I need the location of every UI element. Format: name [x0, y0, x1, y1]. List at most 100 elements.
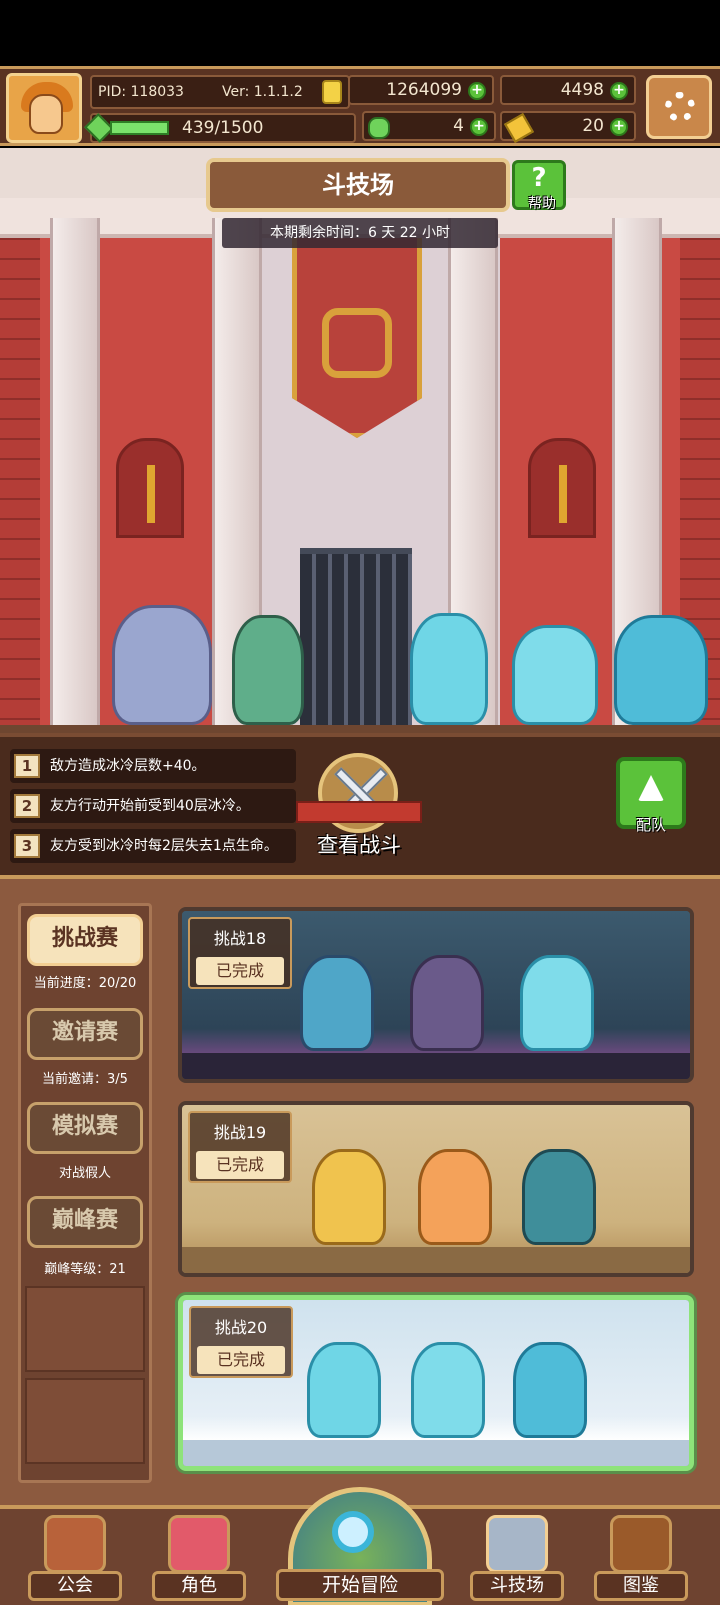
challenge-name: 挑战18 — [213, 929, 267, 948]
arena-title: 斗技场 — [206, 158, 510, 212]
enemy-ice-maiden-sprite — [512, 625, 598, 725]
bottom-navigation: 公会 角色 开始冒险 斗技场 图鉴 — [0, 1487, 720, 1605]
rule-number: 2 — [14, 794, 40, 818]
player-id: PID: 118033 — [98, 84, 184, 100]
enemy-blonde-warrior-sprite — [312, 1149, 386, 1245]
enemy-ice-spirit-sprite — [307, 1342, 381, 1438]
enemy-ice-spirit-sprite — [410, 613, 488, 725]
rule-number: 3 — [14, 834, 40, 858]
clover-icon — [368, 117, 390, 139]
nav-characters[interactable]: 角色 — [152, 1509, 246, 1605]
gold-value: 1264099 — [386, 80, 462, 100]
ally-knight-sprite — [112, 605, 212, 725]
add-gold-button[interactable]: + — [468, 82, 486, 100]
challenge-progress: 当前进度：20/20 — [33, 976, 137, 991]
sword-niche — [528, 438, 596, 538]
card-floor — [182, 1247, 690, 1273]
gold-coin-icon — [322, 80, 342, 104]
challenge-card-20[interactable]: 挑战20 已完成 — [178, 1295, 694, 1471]
experience-bar: 439/1500 — [84, 113, 356, 143]
arena-scene: 斗技场 ? 帮助 本期剩余时间：6 天 22 小时 — [0, 148, 720, 733]
team-label: 配队 — [635, 816, 666, 834]
guild-house-icon — [44, 1515, 106, 1573]
challenge-tag: 挑战18 已完成 — [188, 917, 292, 989]
enemy-ice-maiden-sprite — [520, 955, 594, 1051]
help-label: 帮助 — [528, 196, 556, 212]
top-status-bar: PID: 118033 Ver: 1.1.1.2 1264099 + 4498 +… — [0, 66, 720, 146]
nav-arena[interactable]: 斗技场 — [470, 1509, 564, 1605]
peak-level: 巅峰等级：21 — [44, 1262, 126, 1277]
enemy-ice-mushroom-sprite — [614, 615, 708, 725]
arena-banner — [292, 238, 422, 438]
rule-2: 2 友方行动开始前受到40层冰冷。 — [10, 789, 296, 823]
invite-count: 当前邀请：3/5 — [42, 1072, 128, 1087]
add-gems-button[interactable]: + — [610, 82, 628, 100]
empty-mode-slot — [25, 1378, 145, 1464]
team-icon — [638, 775, 664, 801]
mode-challenge-button[interactable]: 挑战赛 — [27, 914, 143, 966]
rule-1: 1 敌方造成冰冷层数+40。 — [10, 749, 296, 783]
ally-bunny-sprite — [232, 615, 304, 725]
player-avatar[interactable] — [6, 73, 82, 143]
empty-mode-slot — [25, 1286, 145, 1372]
game-version: Ver: 1.1.1.2 — [221, 84, 303, 100]
enemy-ice-maiden-sprite — [411, 1342, 485, 1438]
rule-text: 友方行动开始前受到40层冰冷。 — [50, 798, 250, 814]
player-info: PID: 118033 Ver: 1.1.1.2 — [90, 75, 350, 109]
season-timer: 本期剩余时间：6 天 22 小时 — [222, 218, 498, 248]
challenge-tag: 挑战20 已完成 — [189, 1306, 293, 1378]
enemy-cat-girl-sprite — [410, 955, 484, 1051]
card-floor — [183, 1440, 689, 1466]
challenge-card-19[interactable]: 挑战19 已完成 — [178, 1101, 694, 1277]
view-battle-label: 查看战斗 — [317, 833, 401, 857]
challenge-status: 已完成 — [196, 957, 284, 985]
gear-icon — [665, 92, 695, 122]
add-keys-button[interactable]: + — [610, 118, 628, 136]
mode-invite-button[interactable]: 邀请赛 — [27, 1008, 143, 1060]
magnifier-icon — [332, 1511, 374, 1553]
emblem-ribbon — [296, 801, 422, 823]
gem-value: 4498 — [560, 80, 604, 100]
nav-guild-label: 公会 — [28, 1571, 122, 1601]
banner-emblem — [322, 308, 392, 378]
sword-icon — [147, 465, 155, 523]
card-floor — [182, 1053, 690, 1079]
mode-peak-button[interactable]: 巅峰赛 — [27, 1196, 143, 1248]
rule-number: 1 — [14, 754, 40, 778]
enemy-ice-mushroom-sprite — [513, 1342, 587, 1438]
view-battle-button[interactable]: 查看战斗 — [296, 745, 422, 867]
help-button[interactable]: ? 帮助 — [512, 160, 566, 212]
enemy-wolf-sprite — [522, 1149, 596, 1245]
nav-guild[interactable]: 公会 — [28, 1509, 122, 1605]
simulation-desc: 对战假人 — [58, 1166, 111, 1181]
team-setup-button[interactable]: 配队 — [616, 757, 686, 834]
stage-floor — [0, 725, 720, 733]
mode-simulation-button[interactable]: 模拟赛 — [27, 1102, 143, 1154]
rule-text: 友方受到冰冷时每2层失去1点生命。 — [50, 838, 278, 854]
sword-niche — [116, 438, 184, 538]
arena-rules: 1 敌方造成冰冷层数+40。 2 友方行动开始前受到40层冰冷。 3 友方受到冰… — [0, 733, 720, 875]
enemy-fox-girl-sprite — [418, 1149, 492, 1245]
add-clover-button[interactable]: + — [470, 118, 488, 136]
nav-codex[interactable]: 图鉴 — [594, 1509, 688, 1605]
gem-counter: 4498 + — [500, 75, 636, 105]
challenge-status: 已完成 — [197, 1346, 285, 1374]
exp-value: 439/1500 — [182, 118, 264, 138]
nav-adventure-label: 开始冒险 — [276, 1569, 444, 1601]
challenge-name: 挑战19 — [213, 1123, 267, 1142]
mode-sidebar: 挑战赛 当前进度：20/20 邀请赛 当前邀请：3/5 模拟赛 对战假人 巅峰赛… — [18, 903, 152, 1483]
clover-value: 4 — [453, 116, 464, 136]
nav-codex-label: 图鉴 — [594, 1571, 688, 1601]
challenge-status: 已完成 — [196, 1151, 284, 1179]
sword-icon — [559, 465, 567, 523]
brick-column — [0, 238, 40, 733]
challenge-name: 挑战20 — [214, 1318, 268, 1337]
key-value: 20 — [582, 116, 604, 136]
challenge-card-18[interactable]: 挑战18 已完成 — [178, 907, 694, 1083]
crossed-swords-icon — [486, 1515, 548, 1573]
nav-start-adventure[interactable]: 开始冒险 — [276, 1487, 444, 1605]
settings-button[interactable] — [646, 75, 712, 139]
arena-gate — [300, 548, 412, 733]
nav-arena-label: 斗技场 — [470, 1571, 564, 1601]
gold-counter: 1264099 + — [348, 75, 494, 105]
